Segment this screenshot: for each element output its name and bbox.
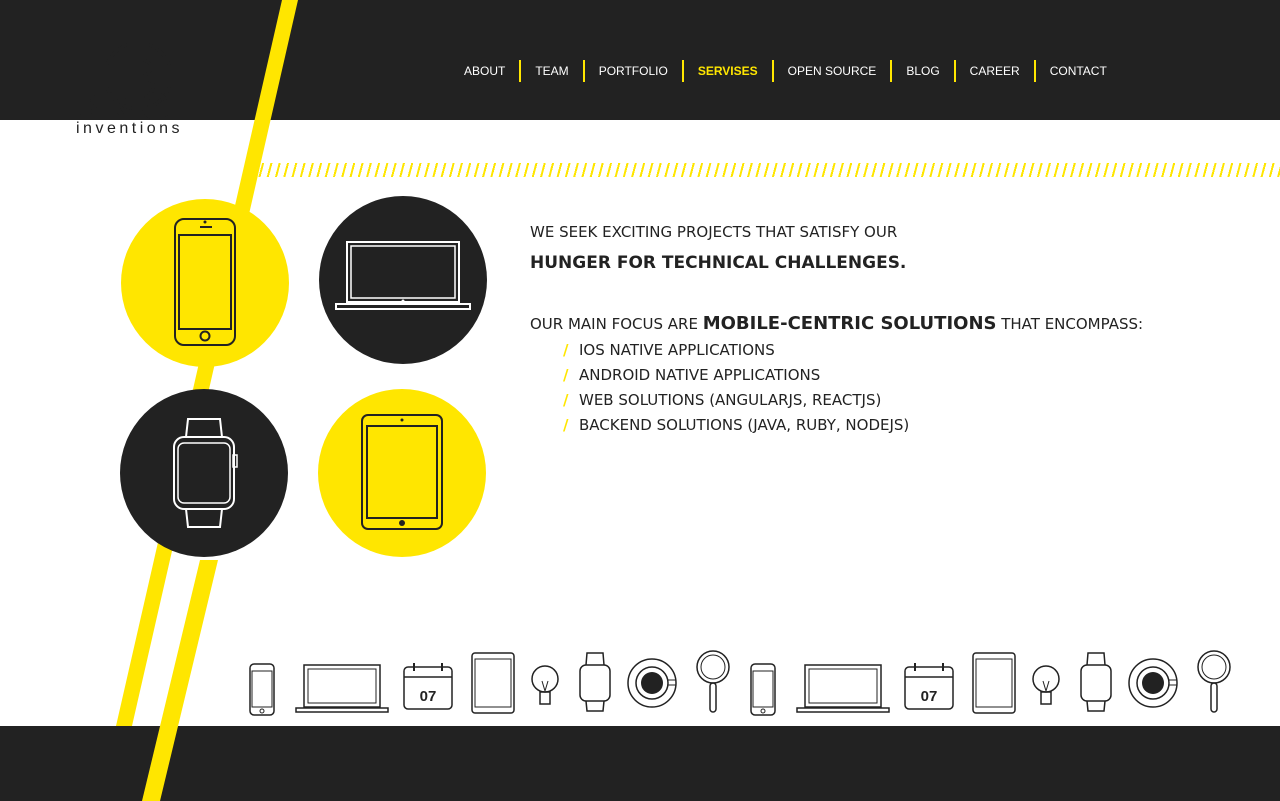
main-nav: ABOUT TEAM PORTFOLIO SERVISES OPEN SOURC… <box>450 60 1121 82</box>
laptop-icon <box>796 664 890 713</box>
nav-team[interactable]: TEAM <box>521 60 582 82</box>
intro-text: WE SEEK EXCITING PROJECTS THAT SATISFY O… <box>530 222 906 274</box>
list-item-text: WEB SOLUTIONS (ANGULARJS, REACTJS) <box>579 391 882 409</box>
slash-bullet-icon: / <box>563 341 569 359</box>
list-item-text: IOS NATIVE APPLICATIONS <box>579 341 775 359</box>
tablet-icon <box>361 414 443 530</box>
phone-circle <box>121 199 289 367</box>
intro-line-1: WE SEEK EXCITING PROJECTS THAT SATISFY O… <box>530 223 898 241</box>
focus-pre: OUR MAIN FOCUS ARE <box>530 315 703 333</box>
laptop-circle <box>319 196 487 364</box>
laptop-icon <box>335 241 471 310</box>
nav-open-source[interactable]: OPEN SOURCE <box>774 60 891 82</box>
calendar-icon: 07 <box>904 663 954 710</box>
slash-bullet-icon: / <box>563 416 569 434</box>
watch-icon <box>173 418 238 528</box>
magnifier-icon <box>696 650 730 713</box>
list-item: / WEB SOLUTIONS (ANGULARJS, REACTJS) <box>563 390 909 415</box>
tablet-icon <box>972 652 1016 714</box>
list-item: / ANDROID NATIVE APPLICATIONS <box>563 365 909 390</box>
list-item-text: ANDROID NATIVE APPLICATIONS <box>579 366 821 384</box>
nav-blog[interactable]: BLOG <box>892 60 953 82</box>
watch-icon <box>1080 652 1112 712</box>
tablet-icon <box>471 652 515 714</box>
nav-portfolio[interactable]: PORTFOLIO <box>585 60 682 82</box>
slash-bullet-icon: / <box>563 391 569 409</box>
focus-statement: OUR MAIN FOCUS ARE MOBILE-CENTRIC SOLUTI… <box>530 314 1143 334</box>
laptop-icon <box>295 664 389 713</box>
focus-post: THAT ENCOMPASS: <box>996 315 1144 333</box>
phone-icon <box>750 663 776 716</box>
list-item: / IOS NATIVE APPLICATIONS <box>563 340 909 365</box>
list-item: / BACKEND SOLUTIONS (JAVA, RUBY, NODEJS) <box>563 415 909 440</box>
nav-contact[interactable]: CONTACT <box>1036 60 1121 82</box>
brand-tagline: inventions <box>76 120 184 137</box>
phone-icon <box>249 663 275 716</box>
watch-icon <box>579 652 611 712</box>
slash-bullet-icon: / <box>563 366 569 384</box>
list-item-text: BACKEND SOLUTIONS (JAVA, RUBY, NODEJS) <box>579 416 910 434</box>
watch-circle <box>120 389 288 557</box>
nav-about[interactable]: ABOUT <box>450 60 519 82</box>
coffee-cup-icon <box>1128 658 1178 708</box>
tablet-circle <box>318 389 486 557</box>
footer-bar <box>0 726 1280 801</box>
lightbulb-icon <box>531 665 559 705</box>
calendar-day: 07 <box>921 688 938 705</box>
lightbulb-icon <box>1032 665 1060 705</box>
nav-career[interactable]: CAREER <box>956 60 1034 82</box>
coffee-cup-icon <box>627 658 677 708</box>
phone-icon <box>174 218 236 346</box>
magnifier-icon <box>1197 650 1231 713</box>
focus-bold: MOBILE-CENTRIC SOLUTIONS <box>702 313 997 334</box>
nav-services[interactable]: SERVISES <box>684 60 772 82</box>
intro-line-2: HUNGER FOR TECHNICAL CHALLENGES. <box>530 253 907 273</box>
dashed-divider <box>258 163 1280 177</box>
calendar-icon: 07 <box>403 663 453 710</box>
services-list: / IOS NATIVE APPLICATIONS / ANDROID NATIVE… <box>563 340 909 440</box>
calendar-day: 07 <box>420 688 437 705</box>
device-icon-row: 07 07 <box>249 650 1231 716</box>
